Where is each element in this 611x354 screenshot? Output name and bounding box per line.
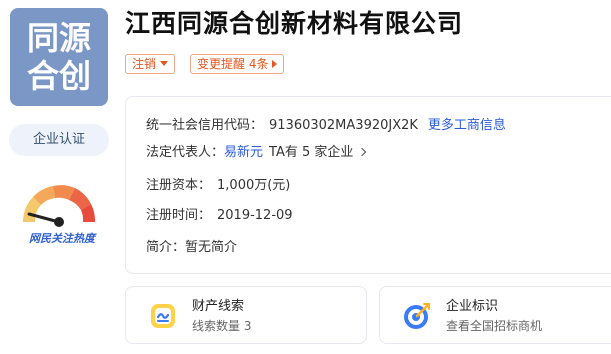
business-info-card: 统一社会信用代码： 91360302MA3920JX2K 更多工商信息 法定代表人：… bbox=[125, 96, 611, 274]
caret-right-icon bbox=[272, 60, 278, 68]
capital-label: 注册资本： bbox=[146, 178, 212, 193]
reg-date-row: 注册时间： 2019-12-09 bbox=[146, 207, 293, 225]
credit-code-label: 统一社会信用代码： bbox=[146, 118, 264, 133]
property-clue-card[interactable]: 财产线索 线索数量 3 bbox=[125, 286, 367, 344]
heat-label: 网民关注热度 bbox=[29, 232, 95, 245]
enterprise-mark-subtitle: 查看全国招标商机 bbox=[446, 319, 543, 333]
intro-value: 暂无简介 bbox=[185, 240, 238, 255]
intro-row: 简介：暂无简介 bbox=[146, 239, 237, 257]
change-reminder-badge[interactable]: 变更提醒 4条 bbox=[190, 54, 285, 74]
status-badge[interactable]: 注销 bbox=[125, 54, 176, 74]
legal-rep-row: 法定代表人：易新元 TA有 5 家企业 bbox=[146, 144, 367, 162]
intro-label: 简介： bbox=[146, 240, 186, 255]
company-logo: 同源 合创 bbox=[10, 8, 108, 106]
legal-rep-companies-link[interactable]: TA有 5 家企业 bbox=[269, 145, 367, 160]
legal-rep-companies-text: TA有 5 家企业 bbox=[269, 145, 354, 160]
property-clue-title: 财产线索 bbox=[192, 299, 245, 314]
property-clue-icon bbox=[151, 304, 175, 328]
reg-date-value: 2019-12-09 bbox=[217, 208, 293, 223]
property-clue-subtitle: 线索数量 3 bbox=[192, 319, 252, 333]
certification-button[interactable]: 企业认证 bbox=[9, 124, 109, 156]
logo-line-1: 同源 bbox=[26, 19, 91, 57]
target-icon bbox=[404, 303, 430, 329]
status-label: 注销 bbox=[132, 57, 157, 71]
reg-date-label: 注册时间： bbox=[146, 208, 212, 223]
logo-line-2: 合创 bbox=[26, 57, 91, 95]
caret-down-icon bbox=[160, 61, 169, 66]
heat-gauge-icon bbox=[22, 185, 96, 227]
company-name: 江西同源合创新材料有限公司 bbox=[125, 9, 464, 38]
more-business-info-link[interactable]: 更多工商信息 bbox=[428, 118, 506, 133]
credit-code-value: 91360302MA3920JX2K bbox=[269, 118, 418, 133]
legal-rep-label: 法定代表人： bbox=[146, 145, 225, 160]
legal-rep-link[interactable]: 易新元 bbox=[224, 145, 263, 160]
chevron-right-icon bbox=[358, 147, 367, 157]
enterprise-mark-card[interactable]: 企业标识 查看全国招标商机 bbox=[379, 286, 611, 344]
capital-value: 1,000万(元) bbox=[217, 178, 291, 193]
enterprise-mark-title: 企业标识 bbox=[446, 299, 499, 314]
change-reminder-label: 变更提醒 4条 bbox=[197, 57, 269, 71]
capital-row: 注册资本： 1,000万(元) bbox=[146, 177, 290, 195]
credit-code-row: 统一社会信用代码： 91360302MA3920JX2K 更多工商信息 bbox=[146, 117, 506, 135]
